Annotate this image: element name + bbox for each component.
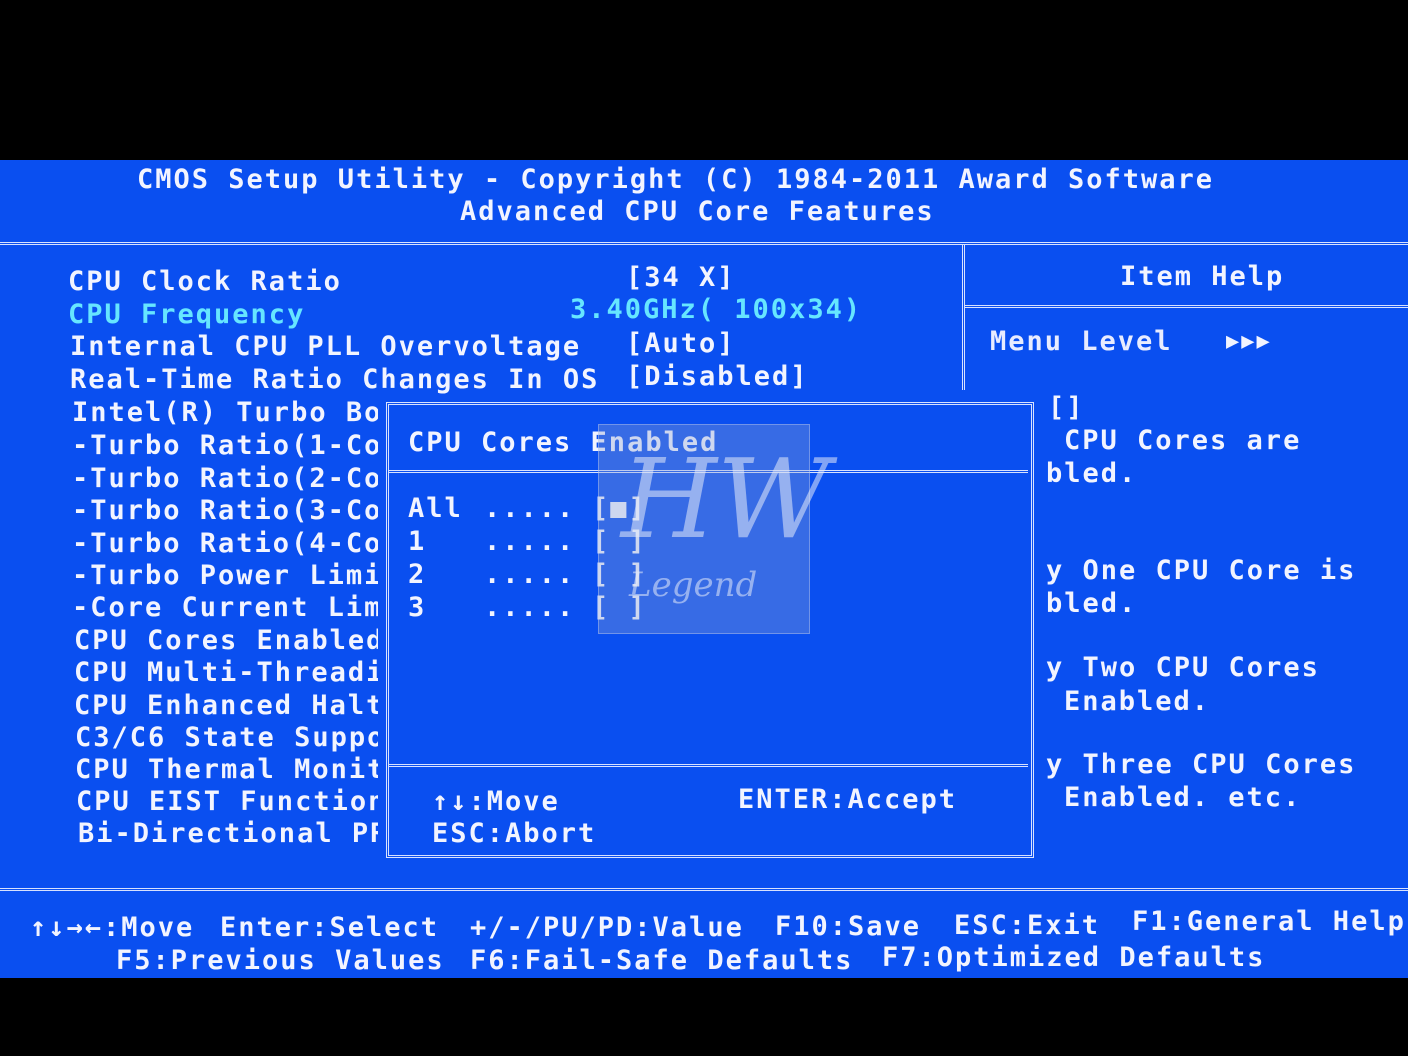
- value-pll-overvoltage[interactable]: [Auto]: [626, 328, 736, 360]
- help-title-divider: [965, 305, 1408, 308]
- footer-value: +/-/PU/PD:Value: [470, 912, 744, 943]
- setting-turbo-ratio-4[interactable]: -Turbo Ratio(4-Co: [72, 528, 382, 560]
- setting-c3c6-state[interactable]: C3/C6 State Suppo: [75, 722, 385, 754]
- option-dots: .....: [484, 526, 576, 557]
- footer-divider: [0, 888, 1408, 891]
- help-line: y Three CPU Cores: [1046, 749, 1357, 780]
- menu-level-arrows-icon: ▶▶▶: [1226, 329, 1272, 354]
- value-cpu-clock-ratio[interactable]: [34 X]: [626, 262, 736, 294]
- setting-cpu-eist[interactable]: CPU EIST Function: [76, 786, 386, 818]
- setting-bidirectional-prochot[interactable]: Bi-Directional PR: [78, 818, 388, 850]
- footer-save: F10:Save: [775, 911, 922, 942]
- footer-failsafe-defaults: F6:Fail-Safe Defaults: [470, 945, 854, 976]
- menu-level-label: Menu Level: [990, 326, 1173, 357]
- setting-cpu-clock-ratio[interactable]: CPU Clock Ratio: [68, 266, 342, 298]
- help-line: bled.: [1046, 588, 1138, 619]
- setting-cpu-thermal-monitor[interactable]: CPU Thermal Monit: [75, 754, 385, 786]
- value-cpu-frequency: 3.40GHz( 100x34): [570, 294, 863, 325]
- option-label: 3: [408, 592, 427, 623]
- dialog-hint-abort: ESC:Abort: [432, 818, 597, 849]
- help-title: Item Help: [1120, 261, 1285, 292]
- help-line: bled.: [1046, 458, 1138, 489]
- watermark-small: Legend: [629, 565, 758, 605]
- setting-cpu-multithreading[interactable]: CPU Multi-Threadi: [74, 657, 384, 689]
- setting-turbo-ratio-3[interactable]: -Turbo Ratio(3-Co: [72, 495, 382, 527]
- setting-cpu-cores-enabled[interactable]: CPU Cores Enabled: [74, 625, 384, 657]
- help-line: []: [1048, 392, 1085, 423]
- help-line: Enabled.: [1064, 686, 1211, 717]
- footer-exit: ESC:Exit: [954, 910, 1101, 941]
- setting-pll-overvoltage[interactable]: Internal CPU PLL Overvoltage: [70, 331, 581, 363]
- option-dots: .....: [484, 592, 576, 623]
- setting-turbo-power-limit[interactable]: -Turbo Power Limi: [72, 560, 382, 592]
- setting-realtime-ratio[interactable]: Real-Time Ratio Changes In OS: [70, 364, 599, 396]
- help-line: CPU Cores are: [1064, 425, 1302, 456]
- setting-cpu-frequency: CPU Frequency: [68, 299, 306, 330]
- header-divider: [0, 242, 1408, 245]
- page-title: Advanced CPU Core Features: [460, 196, 935, 227]
- footer-move: ↑↓→←:Move: [30, 912, 195, 943]
- dialog-footer-divider: [389, 764, 1028, 767]
- footer-optimized-defaults: F7:Optimized Defaults: [882, 942, 1266, 973]
- watermark-big: HW: [621, 435, 830, 563]
- option-dots: .....: [484, 493, 576, 524]
- setting-turbo-boost[interactable]: Intel(R) Turbo Bo: [72, 397, 382, 429]
- dialog-hint-move: ↑↓:Move: [432, 786, 560, 817]
- setting-core-current-limit[interactable]: -Core Current Lim: [72, 592, 382, 624]
- footer-previous-values: F5:Previous Values: [116, 945, 445, 976]
- panel-divider: [962, 244, 965, 390]
- help-line: y One CPU Core is: [1046, 555, 1357, 586]
- header-title: CMOS Setup Utility - Copyright (C) 1984-…: [137, 164, 1215, 195]
- dialog-hint-accept: ENTER:Accept: [738, 784, 958, 815]
- watermark-logo: HW Legend: [598, 424, 830, 634]
- option-label: 1: [408, 526, 427, 557]
- footer-select: Enter:Select: [220, 912, 440, 943]
- help-line: Enabled. etc.: [1064, 782, 1302, 813]
- setting-turbo-ratio-1[interactable]: -Turbo Ratio(1-Co: [72, 430, 382, 462]
- option-label: 2: [408, 559, 427, 590]
- option-dots: .....: [484, 559, 576, 590]
- help-line: y Two CPU Cores: [1046, 652, 1320, 683]
- setting-turbo-ratio-2[interactable]: -Turbo Ratio(2-Co: [72, 463, 382, 495]
- value-realtime-ratio[interactable]: [Disabled]: [626, 361, 809, 393]
- option-label: All: [408, 493, 463, 524]
- footer-general-help: F1:General Help: [1132, 906, 1406, 937]
- setting-cpu-enhanced-halt[interactable]: CPU Enhanced Halt: [74, 690, 384, 722]
